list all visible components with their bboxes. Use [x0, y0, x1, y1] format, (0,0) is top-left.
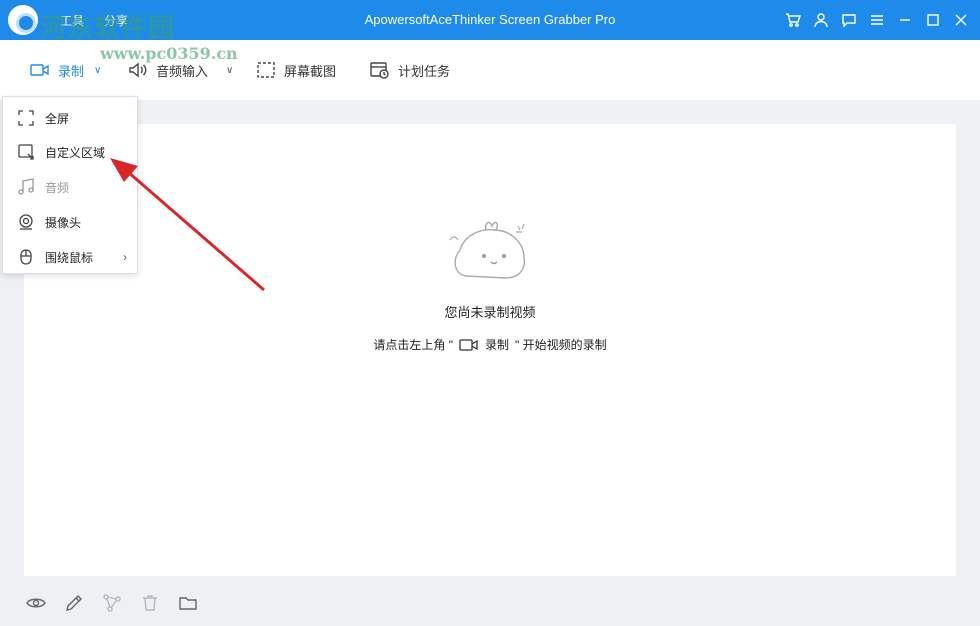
menu-icon[interactable] — [866, 10, 888, 30]
app-logo — [8, 5, 38, 35]
screenshot-label: 屏幕截图 — [284, 63, 337, 79]
edit-pencil-icon[interactable] — [62, 591, 86, 615]
share-node-icon[interactable] — [100, 591, 124, 615]
schedule-label: 计划任务 — [398, 63, 451, 79]
menu-share[interactable]: 分享 — [104, 12, 128, 29]
minimize-icon[interactable] — [894, 10, 916, 30]
schedule-button[interactable]: 计划任务 — [370, 60, 450, 80]
empty-state-title: 您尚未录制视频 — [444, 305, 536, 320]
webcam-icon — [19, 214, 33, 230]
chevron-down-icon: ∨ — [226, 64, 234, 76]
region-capture-icon — [257, 62, 275, 78]
screenshot-button[interactable]: 屏幕截图 — [256, 60, 336, 80]
bottom-toolbar — [24, 588, 200, 618]
feedback-icon[interactable] — [838, 10, 860, 30]
dropdown-item-fullscreen[interactable]: 全屏 — [3, 101, 137, 135]
chevron-right-icon: › — [123, 250, 127, 264]
dropdown-item-label: 全屏 — [45, 111, 70, 126]
dropdown-item-around-mouse[interactable]: 围绕鼠标 › — [3, 240, 137, 274]
trash-icon[interactable] — [138, 591, 162, 615]
dropdown-item-webcam[interactable]: 摄像头 — [3, 205, 137, 239]
hint-record: 录制 — [484, 338, 509, 352]
fullscreen-icon — [18, 110, 34, 126]
mouse-icon — [20, 249, 32, 265]
title-bar: 工具 分享 ApowersoftAceThinker Screen Grabbe… — [0, 0, 980, 40]
speaker-icon — [129, 62, 147, 78]
dropdown-item-custom-region[interactable]: 自定义区域 — [3, 135, 137, 169]
record-label: 录制 — [58, 63, 85, 79]
record-mode-dropdown: 全屏 自定义区域 音频 摄像头 围绕鼠标 › — [2, 96, 138, 274]
cart-icon[interactable] — [782, 10, 804, 30]
hint-prefix: 请点击左上角 " — [373, 338, 453, 352]
record-button[interactable]: 录制 ∨ — [30, 60, 101, 80]
chevron-down-icon: ∨ — [94, 64, 102, 76]
audio-input-label: 音频输入 — [156, 63, 209, 79]
main-toolbar: 录制 ∨ 音频输入 ∨ 屏幕截图 计划任务 — [0, 40, 980, 100]
calendar-clock-icon — [370, 62, 389, 79]
video-camera-icon — [459, 338, 478, 351]
empty-state-hint: 请点击左上角 " 录制 " 开始视频的录制 — [24, 336, 956, 353]
folder-icon[interactable] — [176, 591, 200, 615]
audio-input-button[interactable]: 音频输入 ∨ — [128, 60, 233, 80]
maximize-icon[interactable] — [922, 10, 944, 30]
user-icon[interactable] — [810, 10, 832, 30]
hint-suffix: " 开始视频的录制 — [515, 338, 607, 352]
empty-mascot-illustration — [449, 221, 525, 279]
video-camera-icon — [30, 64, 49, 76]
menu-tools[interactable]: 工具 — [60, 12, 84, 29]
dropdown-item-label: 围绕鼠标 — [45, 250, 94, 265]
custom-region-icon — [18, 144, 34, 160]
music-note-icon — [18, 178, 34, 195]
dropdown-item-audio[interactable]: 音频 — [3, 170, 137, 204]
dropdown-item-label: 摄像头 — [45, 215, 82, 230]
dropdown-item-label: 音频 — [45, 180, 70, 195]
close-icon[interactable] — [950, 10, 972, 30]
preview-eye-icon[interactable] — [24, 591, 48, 615]
video-list-panel: 您尚未录制视频 请点击左上角 " 录制 " 开始视频的录制 — [24, 124, 956, 576]
dropdown-item-label: 自定义区域 — [45, 145, 106, 160]
